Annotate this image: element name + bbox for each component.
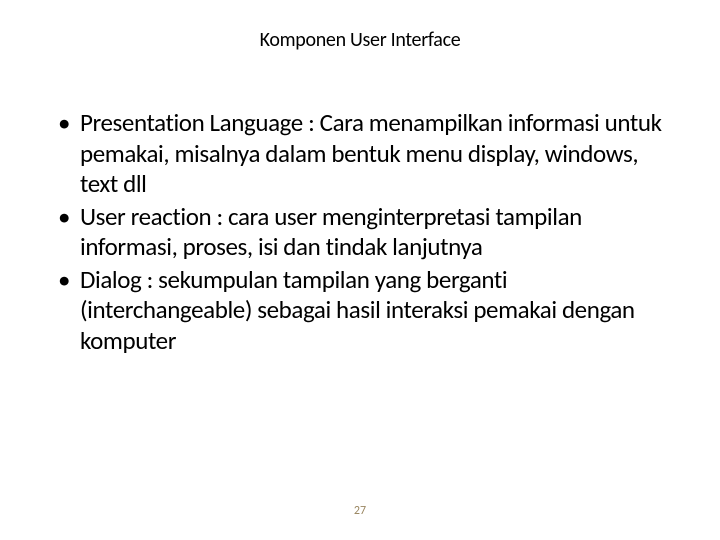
slide: Komponen User Interface Presentation Lan…	[0, 0, 720, 540]
slide-title: Komponen User Interface	[48, 28, 672, 52]
list-item: Presentation Language : Cara menampilkan…	[58, 108, 672, 200]
bullet-list: Presentation Language : Cara menampilkan…	[58, 108, 672, 356]
slide-content: Presentation Language : Cara menampilkan…	[48, 108, 672, 356]
page-number: 27	[0, 504, 720, 518]
list-item: User reaction : cara user menginterpreta…	[58, 202, 672, 263]
list-item: Dialog : sekumpulan tampilan yang bergan…	[58, 265, 672, 357]
